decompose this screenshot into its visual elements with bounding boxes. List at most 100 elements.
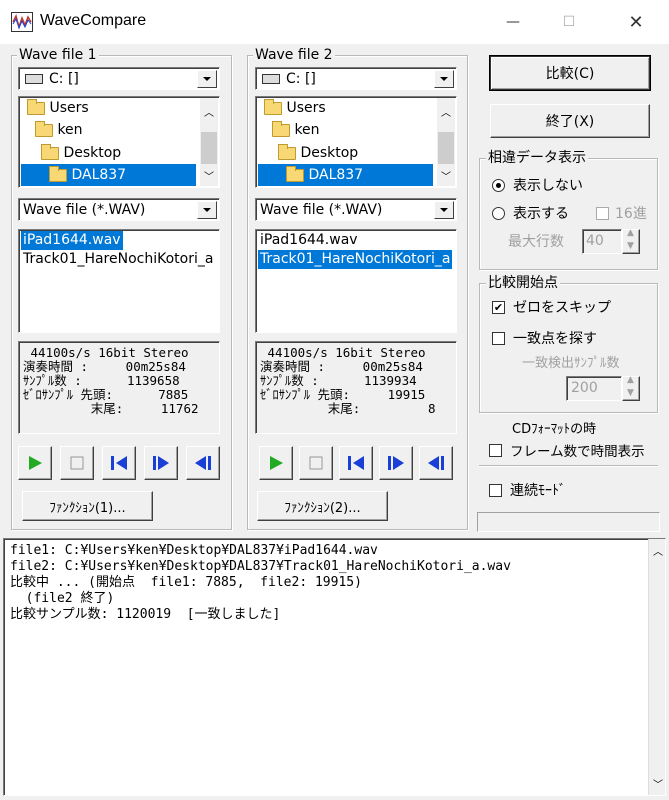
drive-select-1[interactable]: C: []: [18, 67, 220, 90]
match-samples-value: 200: [571, 380, 598, 396]
skip-start-button[interactable]: [102, 446, 136, 480]
frame-time-checkbox[interactable]: フレーム数で時間表示: [489, 440, 645, 460]
folder-item-desktop[interactable]: Desktop: [278, 142, 358, 164]
folder-item-ken[interactable]: ken: [272, 119, 320, 141]
samples-text: ｻﾝﾌﾟﾙ数 : 1139934: [260, 373, 417, 388]
folder-item-dal837[interactable]: DAL837: [21, 164, 196, 186]
stop-button[interactable]: [299, 446, 333, 480]
drive-icon: [262, 74, 280, 84]
skip-start-icon: [111, 456, 127, 470]
play-button[interactable]: [259, 446, 293, 480]
chevron-down-icon[interactable]: [197, 201, 217, 219]
log-line: 比較サンプル数: 1120019 [一致しました]: [10, 607, 281, 622]
zero-head-text: ｾﾞﾛｻﾝﾌﾟﾙ 先頭: 19915: [260, 387, 426, 402]
title-bar[interactable]: WaveCompare — ☐ ✕: [0, 0, 669, 44]
spin-down-icon[interactable]: ▼: [627, 241, 634, 251]
hex16-checkbox[interactable]: 16進: [596, 203, 647, 223]
window-title: WaveCompare: [40, 12, 147, 29]
skip-end-button[interactable]: [419, 446, 453, 480]
match-samples-input[interactable]: 200: [566, 376, 622, 401]
close-button[interactable]: ✕: [608, 0, 664, 44]
chevron-down-icon[interactable]: ﹀: [441, 168, 451, 183]
filter-select-2[interactable]: Wave file (*.WAV): [255, 198, 457, 221]
folder-item-desktop[interactable]: Desktop: [41, 142, 121, 164]
exit-button[interactable]: 終了(X): [490, 104, 650, 138]
spin-up-icon[interactable]: ▲: [627, 375, 634, 385]
file-list-1[interactable]: iPad1644.wav Track01_HareNochiKotori_a: [18, 229, 220, 333]
radio-show-control[interactable]: [492, 206, 505, 220]
folder-list-2[interactable]: Users ken Desktop DAL837 ︿ ﹀: [255, 96, 457, 188]
chevron-down-icon[interactable]: [434, 70, 454, 88]
max-rows-spinner[interactable]: ▲ ▼: [622, 228, 640, 254]
checkmark-icon[interactable]: ✔: [492, 300, 505, 314]
file-item[interactable]: iPad1644.wav: [260, 231, 358, 250]
find-match-label: 一致点を探す: [513, 331, 597, 347]
play-button[interactable]: [18, 446, 52, 480]
file-item[interactable]: Track01_HareNochiKotori_a: [23, 250, 213, 269]
log-line: file1: C:¥Users¥ken¥Desktop¥DAL837¥iPad1…: [10, 543, 378, 558]
file-info-2: 44100s/s 16bit Stereo 演奏時間 : 00m25s84 ｻﾝ…: [255, 341, 457, 434]
radio-hide[interactable]: 表示しない: [492, 175, 583, 195]
find-match-checkbox[interactable]: 一致点を探す: [492, 328, 597, 348]
folder-item-users[interactable]: Users: [27, 97, 89, 119]
file-item[interactable]: Track01_HareNochiKotori_a: [258, 250, 453, 269]
skip-end-button[interactable]: [186, 446, 220, 480]
log-scrollbar[interactable]: ︿ ﹀: [648, 539, 665, 795]
folder-icon: [272, 120, 290, 137]
function-1-button[interactable]: ﾌｧﾝｸｼｮﾝ(1)...: [22, 491, 153, 521]
filter-select-1[interactable]: Wave file (*.WAV): [18, 198, 220, 221]
skip-zero-label: ゼロをスキップ: [513, 300, 611, 316]
folder-icon: [35, 120, 53, 137]
compare-button[interactable]: 比較(C): [490, 56, 650, 90]
folder-icon: [264, 98, 282, 115]
folder-list-1[interactable]: Users ken Desktop DAL837 ︿ ﹀: [18, 96, 220, 188]
log-output[interactable]: file1: C:¥Users¥ken¥Desktop¥DAL837¥iPad1…: [3, 538, 666, 796]
step-play-icon: [388, 456, 404, 470]
chevron-down-icon[interactable]: [434, 201, 454, 219]
maximize-button[interactable]: ☐: [541, 0, 597, 44]
skip-start-button[interactable]: [339, 446, 373, 480]
drive-select-2[interactable]: C: []: [255, 67, 457, 90]
radio-show-label: 表示する: [513, 206, 569, 222]
scrollbar-thumb[interactable]: [438, 132, 454, 164]
chevron-up-icon[interactable]: ︿: [653, 543, 663, 558]
skip-start-icon: [348, 456, 364, 470]
minimize-button[interactable]: —: [485, 0, 541, 44]
folder-item-dal837[interactable]: DAL837: [258, 164, 433, 186]
frame-time-checkbox-box[interactable]: [489, 443, 502, 457]
folder-item-ken[interactable]: ken: [35, 119, 83, 141]
match-samples-spinner[interactable]: ▲ ▼: [622, 375, 640, 401]
folder-list-2-scrollbar[interactable]: ︿ ﹀: [437, 98, 455, 186]
step-play-button[interactable]: [379, 446, 413, 480]
chevron-up-icon[interactable]: ︿: [204, 104, 214, 119]
skip-zero-checkbox[interactable]: ✔ ゼロをスキップ: [492, 297, 611, 317]
step-play-button[interactable]: [144, 446, 178, 480]
chevron-up-icon[interactable]: ︿: [441, 104, 451, 119]
scrollbar-thumb[interactable]: [201, 132, 217, 164]
find-match-checkbox-box[interactable]: [492, 331, 505, 345]
spin-up-icon[interactable]: ▲: [627, 228, 634, 238]
max-rows-input[interactable]: 40: [582, 229, 622, 254]
folder-list-1-scrollbar[interactable]: ︿ ﹀: [200, 98, 218, 186]
file-list-2[interactable]: iPad1644.wav Track01_HareNochiKotori_a: [255, 229, 457, 333]
chevron-down-icon[interactable]: [197, 70, 217, 88]
continuous-mode-checkbox-box[interactable]: [489, 483, 502, 497]
spin-down-icon[interactable]: ▼: [627, 388, 634, 398]
drive-select-1-value: C: []: [49, 71, 79, 87]
chevron-down-icon[interactable]: ﹀: [204, 168, 214, 183]
continuous-mode-checkbox[interactable]: 連続ﾓｰﾄﾞ: [489, 480, 566, 500]
compare-start-label: 比較開始点: [486, 275, 560, 291]
chevron-down-icon[interactable]: ﹀: [653, 776, 663, 791]
app-icon: [11, 12, 33, 32]
folder-item-users[interactable]: Users: [264, 97, 326, 119]
radio-hide-control[interactable]: [492, 178, 505, 192]
file-item[interactable]: iPad1644.wav: [21, 231, 123, 250]
hex16-checkbox-box[interactable]: [596, 206, 609, 220]
frame-time-label: フレーム数で時間表示: [510, 444, 645, 460]
match-samples-label: 一致検出ｻﾝﾌﾟﾙ数: [522, 356, 620, 371]
stop-button[interactable]: [60, 446, 94, 480]
radio-show[interactable]: 表示する: [492, 203, 569, 223]
play-icon: [29, 456, 42, 470]
function-2-button[interactable]: ﾌｧﾝｸｼｮﾝ(2)...: [257, 491, 388, 521]
play-icon: [270, 456, 283, 470]
